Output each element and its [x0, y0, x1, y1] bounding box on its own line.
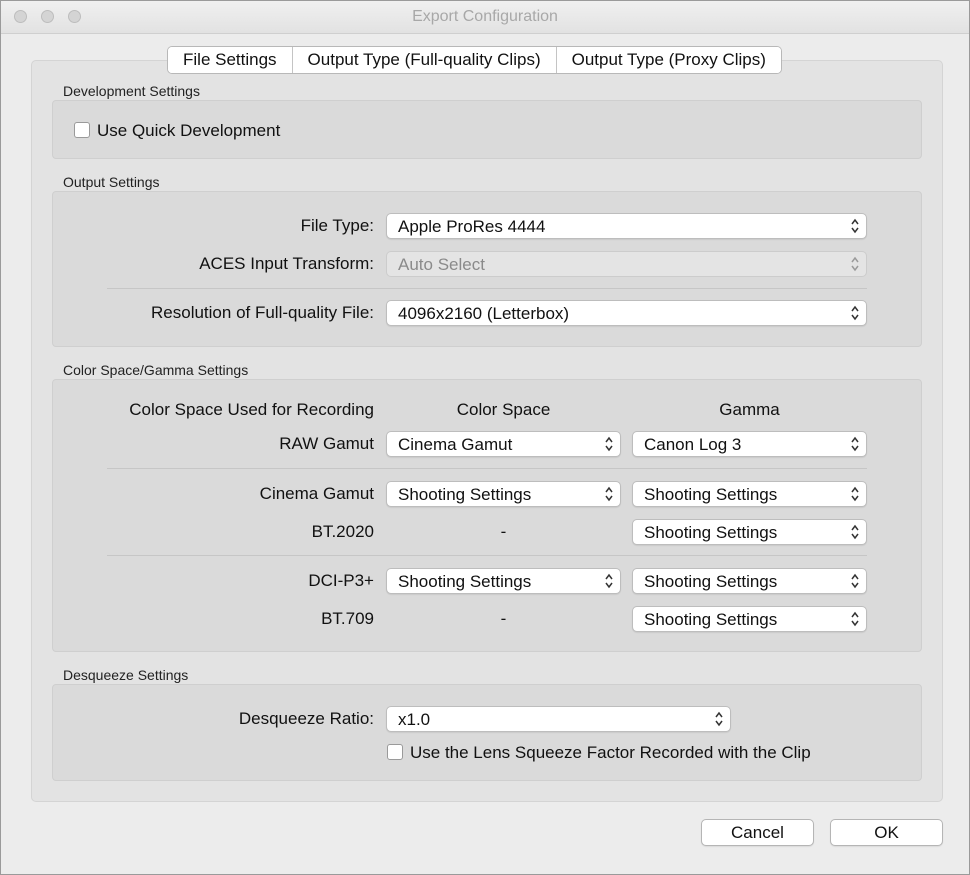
chevron-up-down-icon — [851, 305, 859, 321]
dci-p3-gamma-value: Shooting Settings — [644, 572, 778, 591]
color-divider-2 — [107, 555, 867, 556]
resolution-label: Resolution of Full-quality File: — [151, 303, 374, 322]
use-quick-development-label: Use Quick Development — [97, 121, 281, 140]
row-label-dci-p3: DCI-P3+ — [308, 571, 374, 590]
bt2020-color-space-value: - — [500, 522, 507, 541]
cinema-gamut-color-space-select[interactable]: Shooting Settings — [386, 481, 621, 507]
desqueeze-ratio-select[interactable]: x1.0 — [386, 706, 731, 732]
file-type-label: File Type: — [300, 216, 374, 235]
header-gamma: Gamma — [719, 400, 780, 419]
color-divider-1 — [107, 468, 867, 469]
lens-squeeze-factor-label: Use the Lens Squeeze Factor Recorded wit… — [410, 743, 811, 762]
cinema-gamut-gamma-select[interactable]: Shooting Settings — [632, 481, 867, 507]
output-settings-title: Output Settings — [63, 174, 160, 190]
row-label-bt709: BT.709 — [321, 609, 374, 628]
file-type-value: Apple ProRes 4444 — [398, 217, 546, 236]
row-label-cinema-gamut: Cinema Gamut — [259, 484, 374, 503]
output-settings-divider — [107, 288, 867, 289]
row-label-raw-gamut: RAW Gamut — [279, 434, 374, 453]
desqueeze-settings-group — [52, 684, 922, 781]
dci-p3-color-space-select[interactable]: Shooting Settings — [386, 568, 621, 594]
cinema-gamut-color-space-value: Shooting Settings — [398, 485, 532, 504]
raw-gamut-color-space-value: Cinema Gamut — [398, 435, 513, 454]
header-color-space: Color Space — [456, 400, 551, 419]
development-settings-title: Development Settings — [63, 83, 200, 99]
desqueeze-ratio-value: x1.0 — [398, 710, 431, 729]
color-space-gamma-title: Color Space/Gamma Settings — [63, 362, 249, 378]
chevron-up-down-icon — [851, 573, 859, 589]
chevron-up-down-icon — [851, 524, 859, 540]
aces-input-transform-label: ACES Input Transform: — [199, 254, 374, 273]
raw-gamut-color-space-select[interactable]: Cinema Gamut — [386, 431, 621, 457]
chevron-up-down-icon — [851, 611, 859, 627]
chevron-up-down-icon — [851, 486, 859, 502]
aces-input-transform-value: Auto Select — [398, 255, 485, 274]
resolution-select[interactable]: 4096x2160 (Letterbox) — [386, 300, 867, 326]
desqueeze-settings-title: Desqueeze Settings — [63, 667, 189, 683]
bt2020-gamma-value: Shooting Settings — [644, 523, 778, 542]
dci-p3-gamma-select[interactable]: Shooting Settings — [632, 568, 867, 594]
tab-bar: File Settings Output Type (Full-quality … — [167, 46, 782, 74]
lens-squeeze-factor-checkbox[interactable] — [387, 744, 403, 760]
window-title: Export Configuration — [412, 8, 558, 25]
file-type-select[interactable]: Apple ProRes 4444 — [386, 213, 867, 239]
resolution-value: 4096x2160 (Letterbox) — [398, 304, 570, 323]
bt709-gamma-value: Shooting Settings — [644, 610, 778, 629]
tab-output-type-full-quality[interactable]: Output Type (Full-quality Clips) — [292, 47, 557, 73]
dci-p3-color-space-value: Shooting Settings — [398, 572, 532, 591]
title-bar: Export Configuration — [1, 1, 969, 34]
bt2020-gamma-select[interactable]: Shooting Settings — [632, 519, 867, 545]
desqueeze-ratio-label: Desqueeze Ratio: — [238, 709, 374, 728]
tab-output-type-proxy[interactable]: Output Type (Proxy Clips) — [556, 47, 781, 73]
chevron-up-down-icon — [851, 256, 859, 272]
tab-file-settings[interactable]: File Settings — [168, 47, 293, 73]
row-label-bt2020: BT.2020 — [311, 522, 374, 541]
chevron-up-down-icon — [851, 436, 859, 452]
aces-input-transform-select: Auto Select — [386, 251, 867, 277]
chevron-up-down-icon — [605, 486, 613, 502]
raw-gamut-gamma-value: Canon Log 3 — [644, 435, 742, 454]
ok-button[interactable]: OK — [830, 819, 943, 846]
cinema-gamut-gamma-value: Shooting Settings — [644, 485, 778, 504]
bt709-color-space-value: - — [500, 609, 507, 628]
header-recording-color-space: Color Space Used for Recording — [129, 400, 374, 419]
use-quick-development-checkbox[interactable] — [74, 122, 90, 138]
chevron-up-down-icon — [851, 218, 859, 234]
chevron-up-down-icon — [605, 573, 613, 589]
bt709-gamma-select[interactable]: Shooting Settings — [632, 606, 867, 632]
export-configuration-window: Export Configuration File Settings Outpu… — [0, 0, 970, 875]
cancel-button[interactable]: Cancel — [701, 819, 814, 846]
raw-gamut-gamma-select[interactable]: Canon Log 3 — [632, 431, 867, 457]
chevron-up-down-icon — [605, 436, 613, 452]
chevron-up-down-icon — [715, 711, 723, 727]
